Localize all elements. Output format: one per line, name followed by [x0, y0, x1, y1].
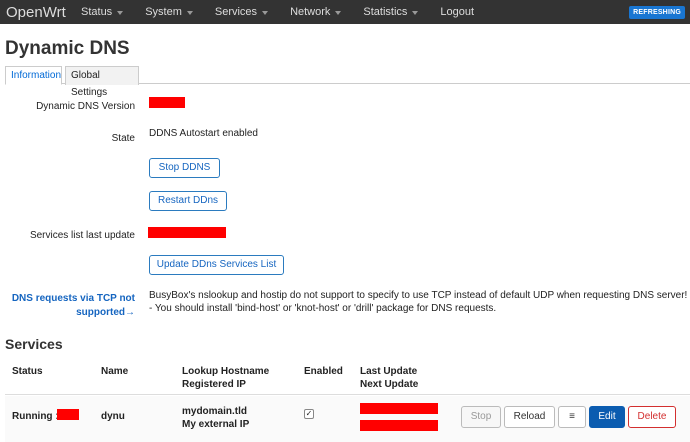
row-delete-button[interactable]: Delete [628, 406, 676, 428]
menu-status[interactable]: Status [70, 0, 134, 24]
menu-logout[interactable]: Logout [429, 0, 485, 24]
col-header-updates: Last Update Next Update [360, 365, 418, 391]
row-lookup: mydomain.tld My external IP [182, 405, 249, 431]
restart-ddns-button[interactable]: Restart DDns [149, 191, 227, 211]
hamburger-icon: ≡ [569, 411, 575, 422]
row-enabled-checkbox[interactable]: ✓ [304, 409, 314, 419]
page-title: Dynamic DNS [5, 38, 130, 59]
menu-network[interactable]: Network [279, 0, 352, 24]
menu-system-label: System [145, 6, 182, 18]
table-header-divider [5, 394, 690, 395]
row-registered-ip: My external IP [182, 419, 250, 430]
tab-global-settings[interactable]: Global Settings [65, 66, 139, 98]
tcp-notice-line1: BusyBox's nslookup and hostip do not sup… [149, 290, 688, 301]
menu-services[interactable]: Services [204, 0, 279, 24]
col-header-next-update: Next Update [360, 379, 419, 390]
arrow-right-icon: → [125, 307, 135, 318]
row-edit-button[interactable]: Edit [589, 406, 625, 428]
state-value: DDNS Autostart enabled [149, 128, 258, 139]
col-header-name: Name [101, 366, 129, 377]
tcp-label-line2: supported [76, 307, 125, 318]
col-header-last-update: Last Update [360, 366, 418, 377]
stop-ddns-button[interactable]: Stop DDNS [149, 158, 220, 178]
top-navbar: OpenWrt Status System Services Network S… [0, 0, 690, 24]
row-stop-button[interactable]: Stop [461, 406, 501, 428]
caret-down-icon [262, 10, 269, 15]
update-services-list-button[interactable]: Update DDns Services List [149, 255, 284, 275]
redacted-last-update-cell [360, 403, 438, 414]
check-icon: ✓ [305, 409, 313, 418]
caret-down-icon [186, 10, 193, 15]
tcp-notice-text: BusyBox's nslookup and hostip do not sup… [149, 289, 689, 315]
caret-down-icon [412, 10, 419, 15]
redacted-version [149, 97, 185, 108]
menu-network-label: Network [290, 6, 331, 18]
col-header-status: Status [12, 366, 43, 377]
row-hostname: mydomain.tld [182, 406, 248, 417]
refreshing-badge[interactable]: REFRESHING [629, 6, 685, 19]
brand-logo[interactable]: OpenWrt [0, 4, 70, 21]
menu-system[interactable]: System [134, 0, 204, 24]
tcp-label-line1: DNS requests via TCP not [11, 293, 135, 304]
row-menu-button[interactable]: ≡ [558, 406, 586, 428]
tab-bar: Information Global Settings [5, 66, 690, 98]
menu-statistics-label: Statistics [363, 6, 408, 18]
ddns-version-label: Dynamic DNS Version [36, 101, 135, 112]
redacted-status [57, 409, 79, 420]
menu-statistics[interactable]: Statistics [352, 0, 429, 24]
caret-down-icon [335, 10, 342, 15]
main-menu: Status System Services Network Statistic… [70, 0, 485, 24]
row-name: dynu [101, 411, 125, 422]
services-last-update-label: Services list last update [29, 230, 135, 241]
menu-services-label: Services [214, 6, 258, 18]
redacted-next-update-cell [360, 420, 438, 431]
col-header-registered-ip: Registered IP [182, 379, 246, 390]
caret-down-icon [117, 10, 124, 15]
redacted-last-update [148, 227, 226, 238]
services-section-title: Services [5, 336, 63, 352]
state-label: State [111, 133, 135, 144]
col-header-enabled: Enabled [304, 366, 343, 377]
col-header-lookup-hostname: Lookup Hostname [182, 366, 270, 377]
row-status: Running : [12, 411, 59, 422]
tab-information[interactable]: Information [5, 66, 62, 85]
tcp-not-supported-link[interactable]: DNS requests via TCP not supported→ [0, 292, 135, 320]
menu-status-label: Status [81, 6, 113, 18]
tcp-notice-line2: - You should install 'bind-host' or 'kno… [149, 303, 497, 314]
row-reload-button[interactable]: Reload [504, 406, 555, 428]
col-header-lookup: Lookup Hostname Registered IP [182, 365, 269, 391]
